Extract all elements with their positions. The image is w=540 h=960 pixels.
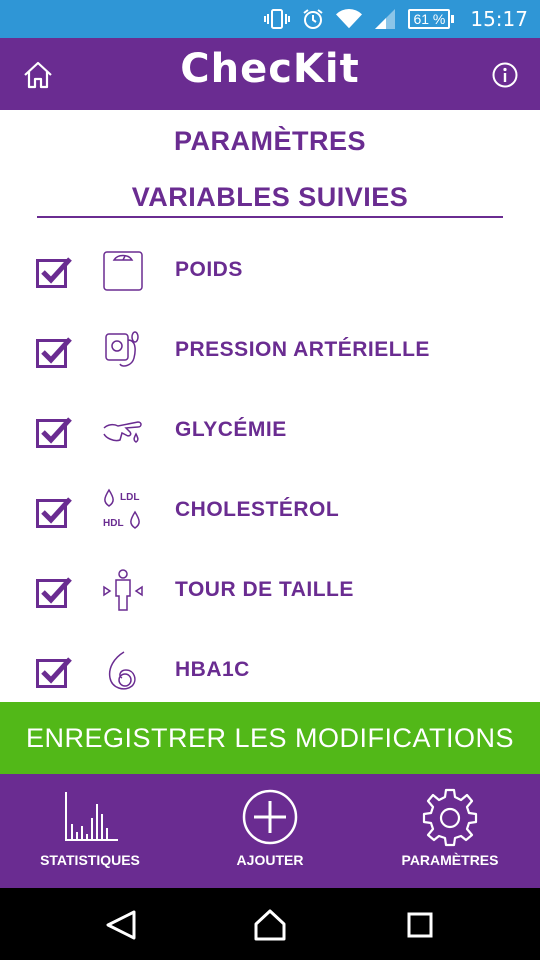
blood-pressure-icon xyxy=(105,331,139,367)
list-item[interactable]: GLYCÉMIE xyxy=(0,392,540,472)
settings-gear-icon xyxy=(422,788,478,847)
wifi-icon xyxy=(336,6,363,32)
nav-add[interactable]: AJOUTER xyxy=(180,774,360,888)
clock: 15:17 xyxy=(470,7,528,31)
nav-statistics[interactable]: STATISTIQUES xyxy=(0,774,180,888)
cholesterol-icon: LDL HDL xyxy=(103,488,140,529)
statistics-icon xyxy=(65,792,118,841)
home-system-icon[interactable] xyxy=(252,908,288,942)
checkbox-checked-icon[interactable] xyxy=(36,656,72,688)
ldl-text: LDL xyxy=(120,492,139,503)
list-item[interactable]: LDL HDL CHOLESTÉROL xyxy=(0,472,540,552)
variable-label: TOUR DE TAILLE xyxy=(175,578,354,601)
nav-label: STATISTIQUES xyxy=(40,852,140,868)
bottom-navigation: STATISTIQUES AJOUTER PARAMÈTRES xyxy=(0,774,540,888)
vibrate-icon xyxy=(264,6,291,32)
checkbox-checked-icon[interactable] xyxy=(36,496,72,528)
nav-label: AJOUTER xyxy=(236,852,304,868)
section-title: VARIABLES SUIVIES xyxy=(131,182,409,212)
app-logo: ChecKit xyxy=(180,46,360,92)
checkbox-checked-icon[interactable] xyxy=(36,256,72,288)
variable-label: HBA1C xyxy=(175,658,250,681)
back-icon[interactable] xyxy=(102,908,138,942)
variable-label: CHOLESTÉROL xyxy=(175,498,340,521)
signal-icon xyxy=(372,6,398,32)
checkbox-checked-icon[interactable] xyxy=(36,416,72,448)
battery-indicator: 61 % xyxy=(408,9,455,29)
list-item[interactable]: PRESSION ARTÉRIELLE xyxy=(0,312,540,392)
variable-label: PRESSION ARTÉRIELLE xyxy=(175,338,430,361)
add-icon xyxy=(242,789,298,845)
checkbox-checked-icon[interactable] xyxy=(36,576,72,608)
list-item[interactable]: TOUR DE TAILLE xyxy=(0,552,540,632)
battery-level: 61 % xyxy=(408,9,451,29)
list-item[interactable]: HBA1C xyxy=(0,632,540,712)
save-changes-button[interactable]: ENREGISTRER LES MODIFICATIONS xyxy=(0,702,540,774)
scale-icon xyxy=(103,251,143,291)
variable-label: GLYCÉMIE xyxy=(175,418,287,441)
info-icon xyxy=(492,62,518,88)
nav-settings[interactable]: PARAMÈTRES xyxy=(360,774,540,888)
hdl-text: HDL xyxy=(103,518,124,529)
page-title: PARAMÈTRES xyxy=(173,126,366,156)
variable-label: POIDS xyxy=(175,258,243,281)
nav-label: PARAMÈTRES xyxy=(401,852,499,868)
info-button[interactable] xyxy=(492,62,518,88)
app-header: ChecKit xyxy=(0,38,540,110)
recents-icon[interactable] xyxy=(402,908,438,942)
waist-icon xyxy=(103,569,143,611)
checkbox-checked-icon[interactable] xyxy=(36,336,72,368)
list-item[interactable]: POIDS xyxy=(0,232,540,312)
status-bar: 61 % 15:17 xyxy=(0,0,540,38)
finger-drop-icon xyxy=(103,421,142,443)
section-divider xyxy=(37,216,503,218)
system-navigation-bar xyxy=(0,888,540,960)
alarm-icon xyxy=(300,6,326,32)
hba1c-icon xyxy=(108,651,136,690)
